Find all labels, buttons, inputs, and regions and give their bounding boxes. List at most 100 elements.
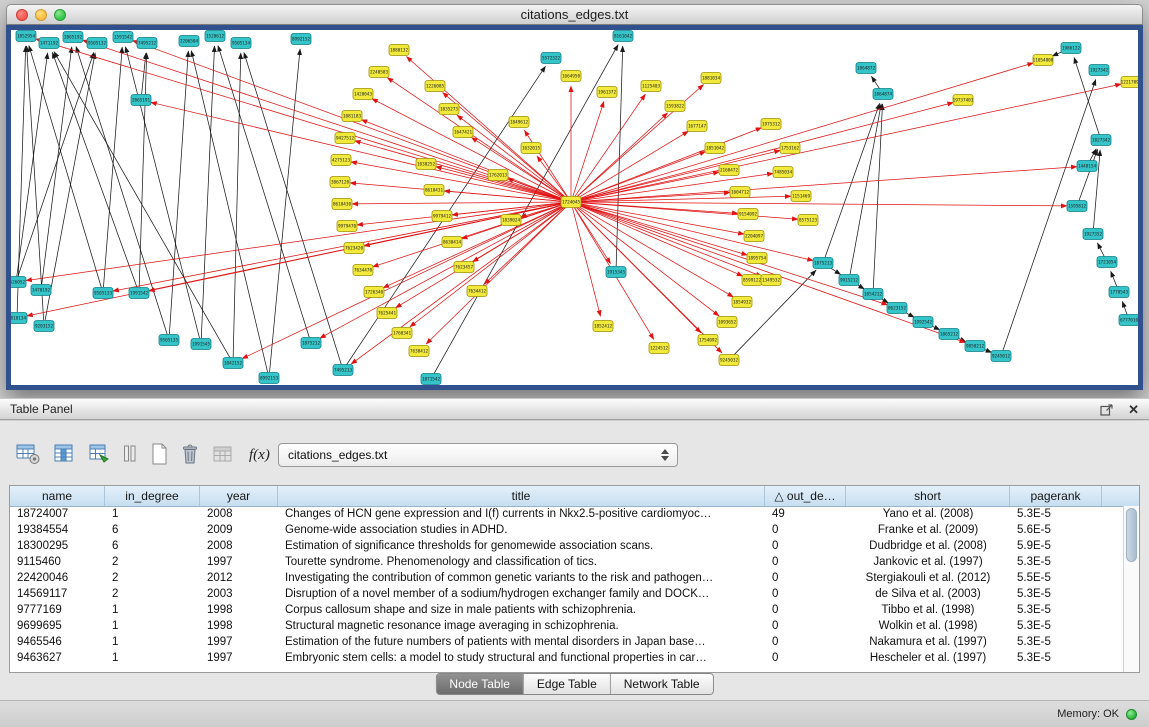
table-cell: 9465546: [10, 636, 105, 648]
table-panel-header[interactable]: Table Panel ✕: [0, 398, 1149, 420]
graph-edge: [577, 204, 762, 276]
graph-node-label: 19737403: [953, 98, 974, 104]
table-row[interactable]: 1456911722003Disruption of a novel membe…: [10, 586, 1124, 602]
graph-node-label: 1975312: [762, 122, 781, 128]
table-row[interactable]: 1938455462009Genome-wide association stu…: [10, 522, 1124, 538]
graph-node-label: 1986122: [1062, 46, 1081, 52]
table-cell: Franke et al. (2009): [846, 524, 1010, 536]
graph-node-label: 9154092: [739, 212, 758, 218]
table-cell: 18724007: [10, 508, 105, 520]
table-cell: Embryonic stem cells: a model to study s…: [278, 652, 765, 664]
column-header-short[interactable]: short: [846, 486, 1010, 506]
table-cell: Tourette syndrome. Phenomenology and cla…: [278, 556, 765, 568]
graph-node-label: 1632015: [522, 146, 541, 152]
close-window-button[interactable]: [16, 9, 28, 21]
table-cell: 2008: [200, 508, 278, 520]
graph-node-label: 1895754: [748, 256, 767, 262]
tab-network-table[interactable]: Network Table: [610, 674, 713, 694]
graph-edge: [352, 202, 565, 204]
delete-column-icon[interactable]: [179, 441, 201, 467]
graph-node-label: 1349532: [762, 278, 781, 284]
column-header-pagerank[interactable]: pagerank: [1010, 486, 1102, 506]
table-type-tabs: Node TableEdge TableNetwork Table: [435, 673, 713, 695]
graph-edge: [871, 76, 879, 89]
graph-node-label: 1827342: [1092, 138, 1111, 144]
table-settings-icon[interactable]: [14, 441, 42, 467]
function-builder-icon[interactable]: f(x): [245, 441, 275, 467]
graph-edge: [577, 204, 748, 255]
table-source-dropdown[interactable]: citations_edges.txt: [278, 443, 678, 467]
graph-node-label: 7630412: [410, 349, 429, 355]
table-cell: 14569117: [10, 588, 105, 600]
graph-node-label: 1226085: [426, 84, 445, 90]
table-cell: 5.3E-5: [1010, 556, 1102, 568]
graph-node-label: 1081183: [343, 114, 362, 120]
new-column-icon[interactable]: [148, 441, 170, 467]
tab-edge-table[interactable]: Edge Table: [523, 674, 610, 694]
table-cell: 0: [765, 588, 846, 600]
zoom-window-button[interactable]: [54, 9, 66, 21]
memory-ok-icon: [1126, 709, 1137, 720]
row-height-icon[interactable]: [121, 441, 139, 467]
table-cell: 5.3E-5: [1010, 508, 1102, 520]
table-row[interactable]: 911546021997Tourette syndrome. Phenomeno…: [10, 554, 1124, 570]
tab-node-table[interactable]: Node Table: [436, 674, 523, 694]
graph-node-label: 1835273: [440, 107, 459, 113]
table-cell: 6: [105, 540, 200, 552]
minimize-window-button[interactable]: [35, 9, 47, 21]
float-panel-icon[interactable]: [1100, 403, 1114, 416]
graph-node-label: 9915212: [840, 278, 859, 284]
table-panel-body: f(x) citations_edges.txt namein_degreeye…: [0, 421, 1149, 700]
close-panel-icon[interactable]: ✕: [1128, 403, 1139, 416]
column-header-name[interactable]: name: [10, 486, 105, 506]
table-row[interactable]: 946362711997Embryonic stem cells: a mode…: [10, 650, 1124, 666]
table-row[interactable]: 977716911998Corpus callosum shape and si…: [10, 602, 1124, 618]
graph-node-label: 1852954: [17, 34, 36, 40]
window-titlebar[interactable]: citations_edges.txt: [6, 4, 1143, 25]
network-frame: 1724045188013222405831420043108118394275…: [6, 25, 1143, 390]
graph-edge: [572, 208, 600, 317]
table-cell: Wolkin et al. (1998): [846, 620, 1010, 632]
graph-node-label: 12217097: [1121, 80, 1138, 86]
table-cell: 5.9E-5: [1010, 540, 1102, 552]
graph-edge: [42, 47, 72, 284]
table-cell: 0: [765, 620, 846, 632]
table-cell: Stergiakouli et al. (2012): [846, 572, 1010, 584]
graph-node-label: 1875212: [302, 341, 321, 347]
graph-edge: [576, 206, 719, 316]
table-cell: Investigating the contribution of common…: [278, 572, 765, 584]
graph-node-label: 7485034: [774, 170, 793, 176]
table-source-value: citations_edges.txt: [288, 448, 387, 462]
show-columns-icon[interactable]: [51, 441, 77, 467]
edit-table-icon[interactable]: [86, 441, 112, 467]
import-table-icon[interactable]: [210, 441, 236, 467]
network-graph[interactable]: 1724045188013222405831420043108118394275…: [11, 30, 1138, 385]
table-row[interactable]: 1872400712008Changes of HCN gene express…: [10, 506, 1124, 522]
graph-node-label: 1591542: [114, 35, 133, 41]
graph-node-label: 1224512: [650, 346, 669, 352]
graph-edge: [17, 53, 48, 276]
column-header-in_degree[interactable]: in_degree: [105, 486, 200, 506]
table-row[interactable]: 2242004622012Investigating the contribut…: [10, 570, 1124, 586]
table-cell: 2012: [200, 572, 278, 584]
network-canvas[interactable]: 1724045188013222405831420043108118394275…: [11, 30, 1138, 385]
table-vertical-scrollbar[interactable]: [1123, 506, 1139, 672]
table-cell: 5.5E-5: [1010, 572, 1102, 584]
column-header-year[interactable]: year: [200, 486, 278, 506]
table-cell: 1997: [200, 652, 278, 664]
graph-node-label: 9505135: [160, 338, 179, 344]
graph-node-label: 1664950: [562, 74, 581, 80]
column-header-out_de[interactable]: △ out_de…: [765, 486, 846, 506]
graph-edge: [577, 204, 743, 276]
table-row[interactable]: 1830029562008Estimation of significance …: [10, 538, 1124, 554]
table-cell: 0: [765, 540, 846, 552]
scrollbar-thumb[interactable]: [1126, 508, 1137, 562]
table-cell: 5.3E-5: [1010, 652, 1102, 664]
graph-node-label: 8599122: [743, 278, 762, 284]
table-row[interactable]: 969969511998Structural magnetic resonanc…: [10, 618, 1124, 634]
table-cell: 1998: [200, 604, 278, 616]
table-cell: Estimation of significance thresholds fo…: [278, 540, 765, 552]
table-row[interactable]: 946554611997Estimation of the future num…: [10, 634, 1124, 650]
graph-node-label: 1839024: [502, 218, 521, 224]
column-header-title[interactable]: title: [278, 486, 765, 506]
